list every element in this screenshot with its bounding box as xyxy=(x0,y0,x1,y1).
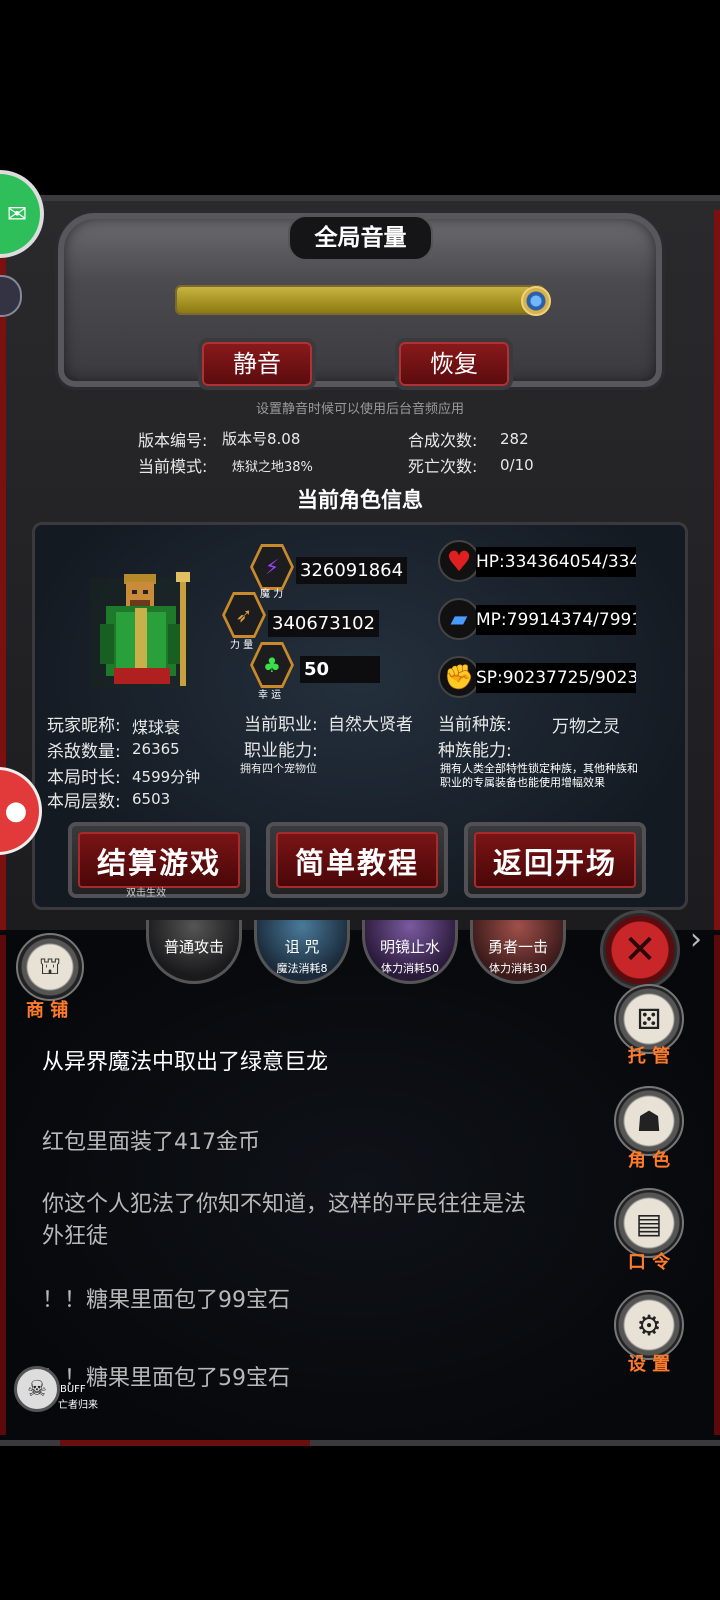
duration-value: 4599分钟 xyxy=(132,768,201,786)
race-ability-value: 拥有人类全部特性锁定种族，其他种族和职业的专属装备也能使用增幅效果 xyxy=(440,762,638,789)
hp-heart-icon: ♥ xyxy=(438,540,480,582)
log-left-rail xyxy=(0,935,6,1435)
floors-value: 6503 xyxy=(132,790,171,808)
volume-hint: 设置静音时候可以使用后台音频应用 xyxy=(255,402,464,417)
auto-label: 托 管 xyxy=(627,1046,671,1067)
dice-icon: ⚄ xyxy=(636,1002,662,1036)
skill-cost: 体力消耗50 xyxy=(381,962,439,975)
log-line: 从异界魔法中取出了绿意巨龙 xyxy=(42,1050,329,1075)
skull-buff-icon[interactable]: ☠ xyxy=(14,1366,60,1412)
floors-label: 本局层数: xyxy=(47,792,121,812)
right-rail xyxy=(714,210,720,930)
synth-value: 282 xyxy=(500,430,529,448)
skill-hero-strike[interactable]: 勇者一击 体力消耗30 xyxy=(470,920,566,984)
hooded-figure-icon: ☗ xyxy=(636,1104,662,1138)
skill-curse[interactable]: 诅 咒 魔法消耗8 xyxy=(254,920,350,984)
skill-name: 勇者一击 xyxy=(487,938,548,956)
mp-value: MP:79914374/79914 xyxy=(476,605,636,635)
power-caption: 力 量 xyxy=(230,640,254,651)
volume-slider[interactable] xyxy=(175,285,545,315)
log-line: ！！糖果里面包了99宝石 xyxy=(42,1288,290,1313)
death-label: 死亡次数: xyxy=(408,457,478,476)
code-label: 口 令 xyxy=(627,1252,671,1273)
luck-caption: 幸 运 xyxy=(258,690,282,701)
shop-button[interactable]: ⛫ xyxy=(16,933,84,1001)
job-ability-label: 职业能力: xyxy=(244,741,318,761)
sp-value: SP:90237725/902378 xyxy=(476,663,636,693)
kills-label: 杀敌数量: xyxy=(47,742,121,762)
tutorial-button[interactable]: 简单教程 xyxy=(266,822,448,898)
kills-value: 26365 xyxy=(132,740,180,758)
shop-label: 商 铺 xyxy=(26,1000,69,1021)
skill-cost: 体力消耗30 xyxy=(489,962,547,975)
settings-label: 设 置 xyxy=(627,1354,671,1375)
skill-mirror-water[interactable]: 明镜止水 体力消耗50 xyxy=(362,920,458,984)
bottom-red-accent xyxy=(60,1440,310,1446)
settle-game-label: 结算游戏 xyxy=(78,832,240,888)
race-ability-label: 种族能力: xyxy=(438,741,512,761)
job-ability-value: 拥有四个宠物位 xyxy=(240,762,317,775)
mp-potion-icon: ▰ xyxy=(438,598,480,640)
volume-knob[interactable] xyxy=(521,286,551,316)
settle-hint: 双击生效 xyxy=(126,888,166,899)
close-icon[interactable]: ✕ xyxy=(600,910,680,990)
luck-value: 50 xyxy=(300,656,380,683)
nickname-value: 煤球衰 xyxy=(132,718,181,737)
skill-cost: 魔法消耗8 xyxy=(276,962,328,975)
job-label: 当前职业: xyxy=(244,715,318,735)
volume-fill xyxy=(177,287,533,313)
tutorial-label: 简单教程 xyxy=(276,832,438,888)
buff-title: BUFF xyxy=(60,1384,86,1395)
gear-icon: ⚙ xyxy=(636,1308,662,1342)
synth-label: 合成次数: xyxy=(408,431,478,450)
power-value: 340673102 xyxy=(268,610,380,637)
mode-value: 炼狱之地38% xyxy=(232,460,313,475)
book-icon: ▤ xyxy=(635,1206,663,1240)
log-line: 你这个人犯法了你知不知道，这样的平民往往是法 xyxy=(42,1192,527,1217)
mode-label: 当前模式: xyxy=(138,457,208,476)
volume-title: 全局音量 xyxy=(314,225,407,251)
magic-value: 326091864 xyxy=(296,557,408,584)
version-label: 版本编号: xyxy=(138,431,208,450)
duration-label: 本局时长: xyxy=(47,768,121,788)
skill-name: 明镜止水 xyxy=(379,938,440,956)
magic-caption: 魔 力 xyxy=(260,589,284,600)
role-label: 角 色 xyxy=(627,1150,671,1171)
return-label: 返回开场 xyxy=(474,832,636,888)
chevron-right-icon[interactable]: › xyxy=(690,922,702,957)
log-line: 红包里面装了417金币 xyxy=(42,1130,260,1155)
char-section-title: 当前角色信息 xyxy=(297,488,423,512)
race-label: 当前种族: xyxy=(438,715,512,735)
job-value: 自然大贤者 xyxy=(328,715,413,735)
restore-button[interactable]: 恢复 xyxy=(395,338,513,390)
skill-name: 普通攻击 xyxy=(163,938,224,956)
nickname-label: 玩家昵称: xyxy=(47,716,121,736)
character-avatar xyxy=(90,572,190,688)
buff-name: 亡者归来 xyxy=(58,1400,98,1411)
log-line: 外狂徒 xyxy=(42,1224,109,1249)
race-value: 万物之灵 xyxy=(552,717,620,737)
version-value: 版本号8.08 xyxy=(222,430,301,448)
skill-name: 诅 咒 xyxy=(284,938,320,956)
log-right-rail xyxy=(714,935,720,1435)
hp-value: HP:334364054/334 xyxy=(476,547,636,577)
death-value: 0/10 xyxy=(500,456,534,474)
return-button[interactable]: 返回开场 xyxy=(464,822,646,898)
sp-strength-icon: ✊ xyxy=(438,656,480,698)
mute-button[interactable]: 静音 xyxy=(198,338,316,390)
